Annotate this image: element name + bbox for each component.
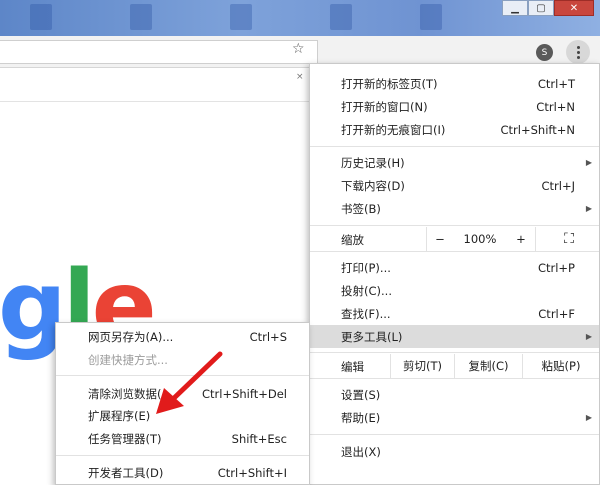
edit-label: 编辑 xyxy=(341,360,364,374)
zoom-label: 缩放 xyxy=(341,233,364,247)
menu-item-label: 查找(F)... xyxy=(341,306,391,321)
minimize-button[interactable]: ▁ xyxy=(502,0,528,16)
menu-divider xyxy=(310,378,599,379)
menu-item-shortcut: Ctrl+Shift+N xyxy=(500,122,575,137)
menu-item-label: 更多工具(L) xyxy=(341,329,403,344)
close-icon[interactable]: × xyxy=(296,72,304,82)
menu-item-label: 打开新的标签页(T) xyxy=(341,76,438,91)
kebab-dot-icon xyxy=(576,45,580,49)
menu-item-exit[interactable]: 退出(X) xyxy=(310,440,599,463)
tab-thumbnail xyxy=(330,4,352,30)
zoom-level: 100% xyxy=(463,232,497,246)
tab-thumbnail xyxy=(420,4,442,30)
menu-divider xyxy=(310,225,599,226)
menu-item-label: 书签(B) xyxy=(341,201,381,216)
menu-item-shortcut: Ctrl+J xyxy=(541,178,576,193)
menu-item-shortcut: Ctrl+S xyxy=(249,329,287,344)
submenu-item-developer-tools[interactable]: 开发者工具(D) Ctrl+Shift+I xyxy=(56,461,309,484)
menu-divider xyxy=(310,146,599,147)
menu-divider xyxy=(310,352,599,353)
paste-button[interactable]: 粘贴(P) xyxy=(522,354,599,378)
logo-letter: g xyxy=(0,250,67,362)
profile-avatar[interactable]: S xyxy=(536,44,553,61)
window-titlebar: ▁ ▢ ✕ xyxy=(0,0,600,36)
chrome-main-menu: 打开新的标签页(T) Ctrl+T 打开新的窗口(N) Ctrl+N 打开新的无… xyxy=(309,63,600,485)
bookmark-star-icon[interactable]: ☆ xyxy=(292,41,305,57)
submenu-arrow-icon: ▶ xyxy=(585,158,592,167)
edit-row: 编辑 剪切(T) 复制(C) 粘贴(P) xyxy=(310,354,599,378)
submenu-item-task-manager[interactable]: 任务管理器(T) Shift+Esc xyxy=(56,427,309,450)
kebab-dot-icon xyxy=(576,55,580,59)
menu-item-find[interactable]: 查找(F)... Ctrl+F xyxy=(310,302,599,325)
menu-divider xyxy=(310,251,599,252)
menu-item-print[interactable]: 打印(P)... Ctrl+P xyxy=(310,256,599,279)
menu-item-new-tab[interactable]: 打开新的标签页(T) Ctrl+T xyxy=(310,72,599,95)
submenu-item-save-page-as[interactable]: 网页另存为(A)... Ctrl+S xyxy=(56,325,309,348)
copy-button[interactable]: 复制(C) xyxy=(454,354,522,378)
maximize-button[interactable]: ▢ xyxy=(528,0,554,16)
menu-item-label: 网页另存为(A)... xyxy=(88,329,174,344)
menu-item-label: 打开新的窗口(N) xyxy=(341,99,428,114)
menu-item-label: 打开新的无痕窗口(I) xyxy=(341,122,446,137)
menu-item-help[interactable]: 帮助(E) ▶ xyxy=(310,406,599,429)
cut-button[interactable]: 剪切(T) xyxy=(390,354,454,378)
bookmark-bar xyxy=(0,68,310,102)
submenu-arrow-icon: ▶ xyxy=(585,413,592,422)
menu-item-label: 退出(X) xyxy=(341,444,381,459)
menu-item-shortcut: Ctrl+T xyxy=(537,76,575,91)
zoom-in-button[interactable]: + xyxy=(506,227,536,251)
menu-item-label: 任务管理器(T) xyxy=(88,431,162,446)
menu-divider xyxy=(310,434,599,435)
menu-item-shortcut: Ctrl+N xyxy=(536,99,575,114)
address-bar[interactable] xyxy=(0,40,318,64)
menu-item-history[interactable]: 历史记录(H) ▶ xyxy=(310,151,599,174)
menu-item-shortcut: Ctrl+Shift+I xyxy=(217,465,287,480)
menu-item-shortcut: Shift+Esc xyxy=(231,431,287,446)
menu-item-label: 投射(C)... xyxy=(341,283,392,298)
menu-item-bookmarks[interactable]: 书签(B) ▶ xyxy=(310,197,599,220)
red-arrow-icon xyxy=(156,351,223,414)
more-menu-button[interactable] xyxy=(566,40,590,64)
fullscreen-icon[interactable]: ⛶ xyxy=(550,227,588,251)
menu-item-downloads[interactable]: 下载内容(D) Ctrl+J xyxy=(310,174,599,197)
tab-thumbnail xyxy=(130,4,152,30)
submenu-arrow-icon: ▶ xyxy=(585,204,592,213)
menu-item-label: 设置(S) xyxy=(341,387,381,402)
window-controls: ▁ ▢ ✕ xyxy=(502,0,594,16)
menu-item-shortcut: Ctrl+P xyxy=(537,260,575,275)
menu-item-new-window[interactable]: 打开新的窗口(N) Ctrl+N xyxy=(310,95,599,118)
menu-item-settings[interactable]: 设置(S) xyxy=(310,383,599,406)
menu-item-label: 打印(P)... xyxy=(341,260,391,275)
menu-item-cast[interactable]: 投射(C)... xyxy=(310,279,599,302)
menu-divider xyxy=(56,455,309,456)
submenu-arrow-icon: ▶ xyxy=(585,332,592,341)
zoom-out-button[interactable]: − xyxy=(426,227,454,251)
close-window-button[interactable]: ✕ xyxy=(554,0,594,16)
kebab-dot-icon xyxy=(576,50,580,54)
tab-thumbnail xyxy=(230,4,252,30)
zoom-row: 缩放 − 100% + ⛶ xyxy=(310,227,599,251)
menu-item-more-tools[interactable]: 更多工具(L) ▶ xyxy=(310,325,599,348)
menu-item-label: 历史记录(H) xyxy=(341,155,405,170)
menu-item-shortcut: Ctrl+F xyxy=(538,306,575,321)
menu-item-label: 下载内容(D) xyxy=(341,178,405,193)
tab-thumbnail xyxy=(30,4,52,30)
menu-item-label: 开发者工具(D) xyxy=(88,465,164,480)
menu-item-new-incognito-window[interactable]: 打开新的无痕窗口(I) Ctrl+Shift+N xyxy=(310,118,599,141)
menu-item-label: 帮助(E) xyxy=(341,410,381,425)
